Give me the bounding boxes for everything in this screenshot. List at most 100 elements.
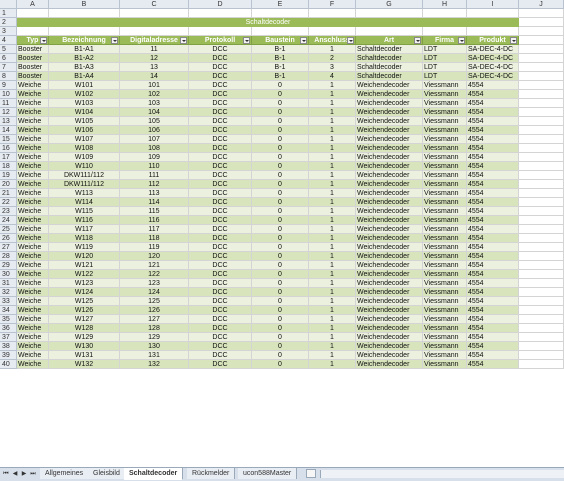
row-number[interactable]: 19	[0, 171, 17, 180]
row-number[interactable]: 10	[0, 90, 17, 99]
cell-anschluss[interactable]: 1	[309, 315, 356, 324]
cell-bezeichnung[interactable]: W125	[49, 297, 120, 306]
cell-anschluss[interactable]: 1	[309, 144, 356, 153]
cell-typ[interactable]: Weiche	[17, 135, 49, 144]
cell-art[interactable]: Schaltdecoder	[356, 72, 423, 81]
prev-sheet-icon[interactable]: ◀	[11, 470, 19, 478]
cell-protokoll[interactable]: DCC	[189, 279, 252, 288]
empty-cell[interactable]	[49, 9, 120, 18]
cell-baustein[interactable]: 0	[252, 189, 309, 198]
cell-produkt[interactable]: 4554	[467, 252, 519, 261]
cell-protokoll[interactable]: DCC	[189, 108, 252, 117]
first-sheet-icon[interactable]: ⏮	[2, 470, 10, 478]
cell-protokoll[interactable]: DCC	[189, 198, 252, 207]
cell-bezeichnung[interactable]: W129	[49, 333, 120, 342]
cell-art[interactable]: Weichendecoder	[356, 207, 423, 216]
cell-protokoll[interactable]: DCC	[189, 144, 252, 153]
cell-protokoll[interactable]: DCC	[189, 351, 252, 360]
cell-anschluss[interactable]: 1	[309, 270, 356, 279]
row-number[interactable]: 38	[0, 342, 17, 351]
empty-cell[interactable]	[519, 36, 564, 45]
cell-protokoll[interactable]: DCC	[189, 90, 252, 99]
cell-art[interactable]: Weichendecoder	[356, 306, 423, 315]
cell-produkt[interactable]: 4554	[467, 234, 519, 243]
cell-digitaladresse[interactable]: 112	[120, 180, 189, 189]
cell-bezeichnung[interactable]: W119	[49, 243, 120, 252]
cell-typ[interactable]: Weiche	[17, 90, 49, 99]
row-number[interactable]: 34	[0, 306, 17, 315]
insert-sheet-icon[interactable]	[306, 469, 316, 478]
cell-bezeichnung[interactable]: W122	[49, 270, 120, 279]
empty-cell[interactable]	[519, 261, 564, 270]
row-number[interactable]: 5	[0, 45, 17, 54]
empty-cell[interactable]	[519, 360, 564, 369]
row-number[interactable]: 14	[0, 126, 17, 135]
cell-art[interactable]: Weichendecoder	[356, 243, 423, 252]
cell-typ[interactable]: Weiche	[17, 351, 49, 360]
cell-produkt[interactable]: 4554	[467, 270, 519, 279]
cell-bezeichnung[interactable]: W103	[49, 99, 120, 108]
cell-anschluss[interactable]: 1	[309, 360, 356, 369]
empty-cell[interactable]	[519, 243, 564, 252]
cell-firma[interactable]: Viessmann	[423, 153, 467, 162]
cell-protokoll[interactable]: DCC	[189, 135, 252, 144]
cell-typ[interactable]: Weiche	[17, 189, 49, 198]
empty-cell[interactable]	[189, 27, 252, 36]
cell-firma[interactable]: Viessmann	[423, 252, 467, 261]
empty-cell[interactable]	[519, 189, 564, 198]
empty-cell[interactable]	[17, 27, 49, 36]
cell-protokoll[interactable]: DCC	[189, 270, 252, 279]
cell-anschluss[interactable]: 1	[309, 297, 356, 306]
cell-protokoll[interactable]: DCC	[189, 288, 252, 297]
column-header-g[interactable]: G	[356, 0, 423, 9]
cell-anschluss[interactable]: 1	[309, 243, 356, 252]
cell-art[interactable]: Weichendecoder	[356, 144, 423, 153]
cell-baustein[interactable]: 0	[252, 81, 309, 90]
cell-typ[interactable]: Weiche	[17, 225, 49, 234]
cell-protokoll[interactable]: DCC	[189, 342, 252, 351]
empty-cell[interactable]	[519, 162, 564, 171]
cell-art[interactable]: Weichendecoder	[356, 324, 423, 333]
cell-typ[interactable]: Weiche	[17, 279, 49, 288]
row-number[interactable]: 9	[0, 81, 17, 90]
cell-protokoll[interactable]: DCC	[189, 126, 252, 135]
row-number[interactable]: 40	[0, 360, 17, 369]
empty-cell[interactable]	[519, 9, 564, 18]
empty-cell[interactable]	[519, 333, 564, 342]
cell-produkt[interactable]: 4554	[467, 90, 519, 99]
empty-cell[interactable]	[467, 9, 519, 18]
cell-anschluss[interactable]: 1	[309, 324, 356, 333]
cell-art[interactable]: Weichendecoder	[356, 99, 423, 108]
cell-typ[interactable]: Weiche	[17, 333, 49, 342]
cell-produkt[interactable]: 4554	[467, 225, 519, 234]
cell-produkt[interactable]: 4554	[467, 99, 519, 108]
empty-cell[interactable]	[519, 45, 564, 54]
cell-produkt[interactable]: SA-DEC-4-DC	[467, 72, 519, 81]
cell-produkt[interactable]: 4554	[467, 288, 519, 297]
cell-bezeichnung[interactable]: W128	[49, 324, 120, 333]
cell-digitaladresse[interactable]: 103	[120, 99, 189, 108]
cell-anschluss[interactable]: 1	[309, 234, 356, 243]
cell-produkt[interactable]: 4554	[467, 342, 519, 351]
cell-baustein[interactable]: 0	[252, 180, 309, 189]
sheet-tab[interactable]: ucon588Master	[238, 468, 298, 479]
empty-cell[interactable]	[17, 9, 49, 18]
row-number[interactable]: 28	[0, 252, 17, 261]
cell-bezeichnung[interactable]: W132	[49, 360, 120, 369]
next-sheet-icon[interactable]: ▶	[20, 470, 28, 478]
cell-art[interactable]: Weichendecoder	[356, 360, 423, 369]
cell-firma[interactable]: Viessmann	[423, 234, 467, 243]
cell-produkt[interactable]: 4554	[467, 162, 519, 171]
empty-cell[interactable]	[519, 171, 564, 180]
cell-art[interactable]: Weichendecoder	[356, 153, 423, 162]
cell-baustein[interactable]: 0	[252, 117, 309, 126]
cell-digitaladresse[interactable]: 108	[120, 144, 189, 153]
cell-anschluss[interactable]: 3	[309, 63, 356, 72]
cell-art[interactable]: Weichendecoder	[356, 90, 423, 99]
column-header-e[interactable]: E	[252, 0, 309, 9]
cell-protokoll[interactable]: DCC	[189, 153, 252, 162]
cell-firma[interactable]: LDT	[423, 45, 467, 54]
empty-cell[interactable]	[519, 90, 564, 99]
cell-anschluss[interactable]: 1	[309, 45, 356, 54]
empty-cell[interactable]	[189, 9, 252, 18]
